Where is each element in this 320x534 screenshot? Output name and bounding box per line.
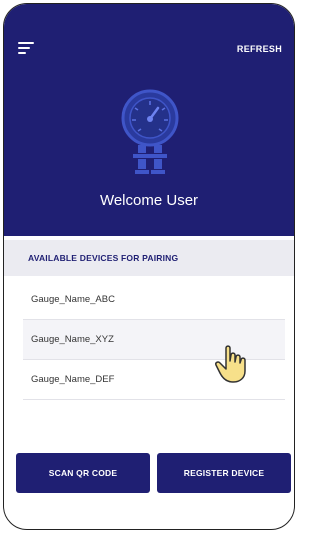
phone-frame: REFRESH Welcome User AVAILABLE DEVICES F… bbox=[3, 3, 295, 530]
devices-section-title: AVAILABLE DEVICES FOR PAIRING bbox=[4, 240, 294, 276]
app-header: REFRESH Welcome User bbox=[4, 4, 294, 236]
register-device-button[interactable]: REGISTER DEVICE bbox=[157, 453, 291, 493]
device-item-abc[interactable]: Gauge_Name_ABC bbox=[23, 280, 285, 320]
hand-pointer-icon bbox=[215, 345, 246, 383]
scan-qr-code-button[interactable]: SCAN QR CODE bbox=[16, 453, 150, 493]
hamburger-menu-icon[interactable] bbox=[18, 42, 34, 56]
welcome-text: Welcome User bbox=[99, 192, 199, 209]
pressure-gauge-icon bbox=[121, 89, 179, 174]
refresh-button[interactable]: REFRESH bbox=[237, 44, 282, 54]
